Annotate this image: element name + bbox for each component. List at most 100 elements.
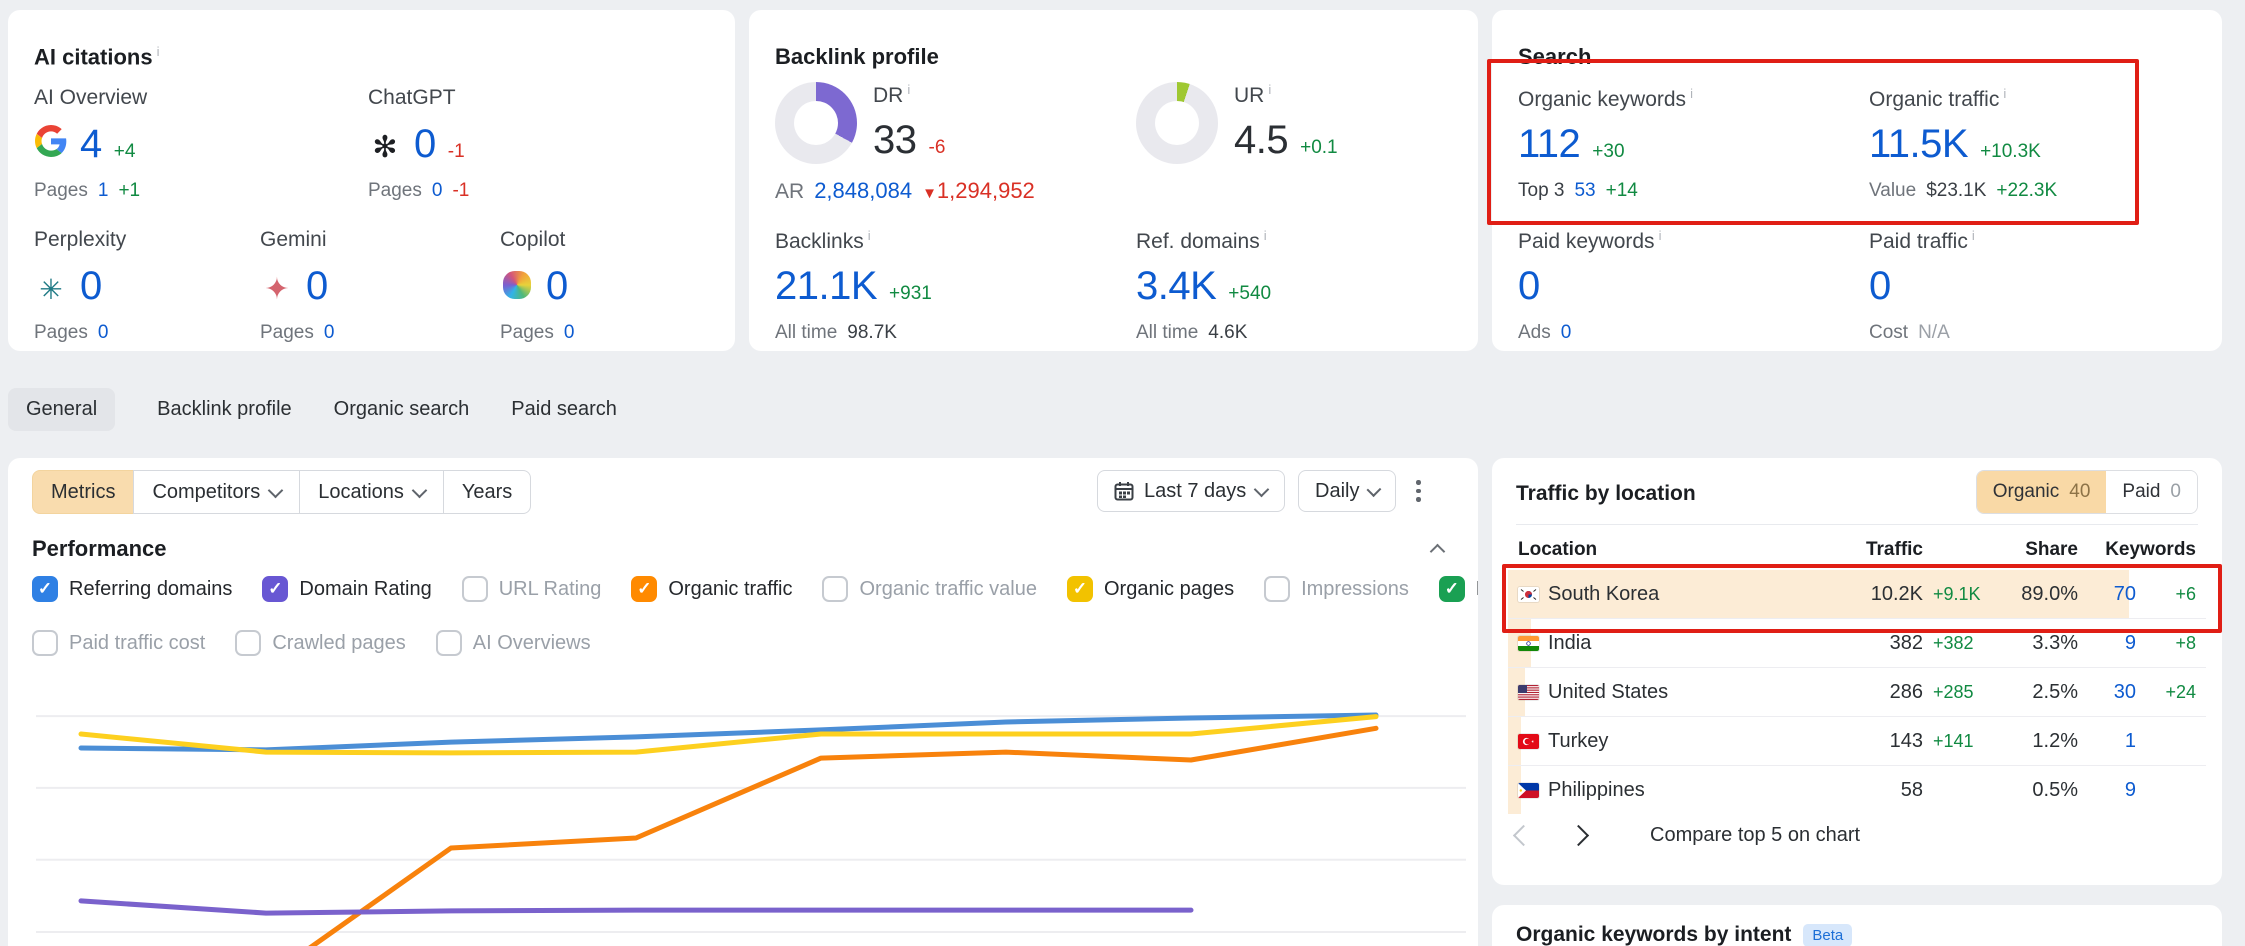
unchecked-checkbox-icon[interactable] <box>436 630 462 656</box>
checked-checkbox-icon[interactable]: ✓ <box>1439 576 1465 602</box>
traffic-row-philippines[interactable]: Philippines580.5%9 <box>1508 765 2206 814</box>
metric-checkbox-paid-traffic[interactable]: ✓Paid traffic <box>1439 576 1478 602</box>
location-name: Turkey <box>1548 730 1808 753</box>
tab-organic-search[interactable]: Organic search <box>334 388 470 431</box>
metric-value[interactable]: 21.1K <box>775 264 877 309</box>
value-amount: $23.1K <box>1926 180 1986 202</box>
ar-value[interactable]: 2,848,084 <box>814 178 912 204</box>
toggle-paid[interactable]: Paid 0 <box>2106 471 2197 513</box>
info-icon[interactable]: i <box>2003 86 2006 101</box>
metrics-button[interactable]: Metrics <box>32 470 134 514</box>
metric-checkbox-organic-traffic-value[interactable]: Organic traffic value <box>822 576 1037 602</box>
metric-value[interactable]: 0 <box>306 264 328 309</box>
keywords-value[interactable]: 9 <box>2078 779 2136 802</box>
location-name: United States <box>1548 681 1808 704</box>
keywords-value[interactable]: 1 <box>2078 730 2136 753</box>
performance-heading: Performance <box>32 536 167 562</box>
metric-checkbox-organic-traffic[interactable]: ✓Organic traffic <box>631 576 792 602</box>
metric-value[interactable]: 0 <box>546 264 568 309</box>
date-range-dropdown[interactable]: Last 7 days <box>1097 470 1285 512</box>
traffic-row-india[interactable]: India382+3823.3%9+8 <box>1508 618 2206 667</box>
tab-backlink-profile[interactable]: Backlink profile <box>157 388 292 431</box>
info-icon[interactable]: i <box>907 82 910 97</box>
metric-value[interactable]: 4 <box>80 122 102 167</box>
locations-dropdown[interactable]: Locations <box>299 470 444 514</box>
card-title-text: Organic keywords by intent <box>1516 923 1791 946</box>
tab-general[interactable]: General <box>8 388 115 431</box>
value-label: Value <box>1869 180 1916 202</box>
traffic-table-header: Location Traffic Share Keywords <box>1518 532 2196 568</box>
metric-checkbox-impressions[interactable]: Impressions <box>1264 576 1409 602</box>
top3-value[interactable]: 53 <box>1574 180 1595 202</box>
keywords-value[interactable]: 9 <box>2078 632 2136 655</box>
metric-value[interactable]: 0 <box>1518 264 1540 309</box>
metric-checkbox-organic-pages[interactable]: ✓Organic pages <box>1067 576 1234 602</box>
ai-citations-title: AI citationsi <box>34 44 159 70</box>
pages-value[interactable]: 1 <box>98 180 109 202</box>
info-icon[interactable]: i <box>1690 86 1693 101</box>
checked-checkbox-icon[interactable]: ✓ <box>32 576 58 602</box>
metric-delta: +540 <box>1228 283 1271 305</box>
metric-checkbox-url-rating[interactable]: URL Rating <box>462 576 602 602</box>
info-icon[interactable]: i <box>1264 228 1267 243</box>
share-value: 89.0% <box>2003 583 2078 606</box>
years-button[interactable]: Years <box>443 470 531 514</box>
metric-value[interactable]: 0 <box>414 122 436 167</box>
keywords-value[interactable]: 30 <box>2078 681 2136 704</box>
tab-paid-search[interactable]: Paid search <box>511 388 617 431</box>
pages-value[interactable]: 0 <box>98 322 109 344</box>
checked-checkbox-icon[interactable]: ✓ <box>1067 576 1093 602</box>
metric-value[interactable]: 3.4K <box>1136 264 1216 309</box>
traffic-row-turkey[interactable]: Turkey143+1411.2%1 <box>1508 716 2206 765</box>
checked-checkbox-icon[interactable]: ✓ <box>262 576 288 602</box>
checkbox-label: Referring domains <box>69 578 232 601</box>
metric-checkbox-crawled-pages[interactable]: Crawled pages <box>235 630 405 656</box>
metric-checkbox-paid-traffic-cost[interactable]: Paid traffic cost <box>32 630 205 656</box>
metric-delta: -1 <box>448 141 465 163</box>
next-page-icon[interactable] <box>1568 825 1589 846</box>
compare-top5-button[interactable]: Compare top 5 on chart <box>1650 824 1860 847</box>
pages-value[interactable]: 0 <box>324 322 335 344</box>
metric-value[interactable]: 0 <box>1869 264 1891 309</box>
traffic-row-south-korea[interactable]: South Korea10.2K+9.1K89.0%70+6 <box>1508 570 2206 618</box>
info-icon[interactable]: i <box>1659 228 1662 243</box>
metric-value[interactable]: 112 <box>1518 122 1580 167</box>
column-traffic[interactable]: Traffic <box>1808 539 1923 561</box>
checked-checkbox-icon[interactable]: ✓ <box>631 576 657 602</box>
pages-value[interactable]: 0 <box>432 180 443 202</box>
toggle-organic[interactable]: Organic 40 <box>1977 471 2107 513</box>
pages-value[interactable]: 0 <box>564 322 575 344</box>
previous-page-icon[interactable] <box>1513 825 1534 846</box>
collapse-section-button[interactable] <box>1432 544 1443 562</box>
traffic-row-united-states[interactable]: United States286+2852.5%30+24 <box>1508 667 2206 716</box>
info-icon[interactable]: i <box>1972 228 1975 243</box>
unchecked-checkbox-icon[interactable] <box>1264 576 1290 602</box>
unchecked-checkbox-icon[interactable] <box>822 576 848 602</box>
info-icon[interactable]: i <box>868 228 871 243</box>
metric-checkbox-ai-overviews[interactable]: AI Overviews <box>436 630 591 656</box>
ads-value[interactable]: 0 <box>1561 322 1572 344</box>
info-icon[interactable]: i <box>157 44 160 59</box>
metric-checkbox-domain-rating[interactable]: ✓Domain Rating <box>262 576 431 602</box>
metric-delta: +10.3K <box>1980 141 2041 163</box>
more-options-button[interactable] <box>1416 480 1421 502</box>
metric-value[interactable]: 0 <box>80 264 102 309</box>
granularity-dropdown[interactable]: Daily <box>1298 470 1396 512</box>
column-keywords[interactable]: Keywords <box>2078 539 2196 561</box>
performance-line-chart[interactable] <box>36 670 1471 946</box>
competitors-dropdown[interactable]: Competitors <box>133 470 300 514</box>
metric-ai-overview: AI Overview 4 +4 Pages 1 +1 <box>34 86 147 202</box>
unchecked-checkbox-icon[interactable] <box>32 630 58 656</box>
top3-delta: +14 <box>1606 180 1638 202</box>
column-location[interactable]: Location <box>1518 539 1808 561</box>
keywords-value[interactable]: 70 <box>2078 583 2136 606</box>
chart-line-domain-rating[interactable] <box>81 901 1191 913</box>
unchecked-checkbox-icon[interactable] <box>462 576 488 602</box>
traffic-value: 382 <box>1808 632 1923 655</box>
metric-value[interactable]: 11.5K <box>1869 122 1968 167</box>
info-icon[interactable]: i <box>1268 82 1271 97</box>
unchecked-checkbox-icon[interactable] <box>235 630 261 656</box>
metric-label: ChatGPT <box>368 86 469 118</box>
column-share[interactable]: Share <box>2003 539 2078 561</box>
metric-checkbox-referring-domains[interactable]: ✓ Referring domains <box>32 576 232 602</box>
